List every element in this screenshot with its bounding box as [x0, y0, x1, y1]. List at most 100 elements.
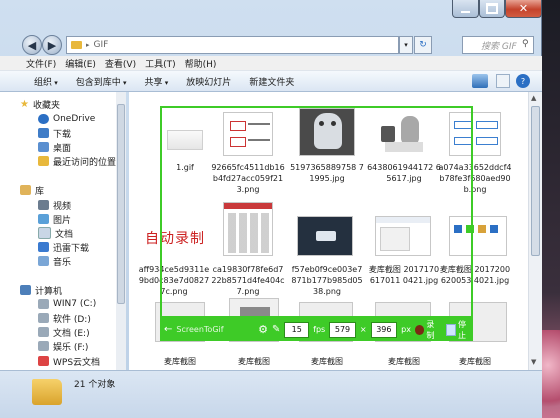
command-bar: 组织 包含到库中 共享 放映幻灯片 新建文件夹 [0, 71, 542, 92]
document-icon [38, 227, 51, 239]
menu-edit[interactable]: 编辑(E) [65, 57, 96, 70]
file-name[interactable]: 麦库截图 [438, 356, 512, 367]
nav-favorites[interactable]: ★ 收藏夹 [20, 97, 60, 111]
nav-wps-label: WPS云文档 [53, 357, 101, 368]
height-input[interactable]: 396 [370, 321, 398, 338]
nav-drive-c-label: WIN7 (C:) [53, 299, 97, 309]
file-name[interactable]: 麦库截图 [290, 356, 364, 367]
close-icon: ✕ [518, 2, 529, 15]
nav-computer[interactable]: 计算机 [20, 283, 62, 297]
nav-computer-label: 计算机 [35, 286, 63, 297]
nav-pictures[interactable]: 图片 [38, 212, 71, 226]
new-folder-button[interactable]: 新建文件夹 [249, 75, 294, 88]
file-name[interactable]: 麦库截图 [217, 356, 291, 367]
address-bar-row: ◀ ▶ ▸ GIF ▾ ↻ 搜索 GIF ⚲ [0, 33, 542, 57]
stop-icon [445, 323, 456, 336]
menu-tools[interactable]: 工具(T) [145, 57, 176, 70]
picture-icon [38, 214, 49, 224]
cloud-doc-icon [38, 356, 49, 366]
nav-desktop[interactable]: 桌面 [38, 140, 71, 154]
nav-scroll-thumb[interactable] [117, 104, 125, 304]
nav-thunder[interactable]: 迅雷下载 [38, 240, 89, 254]
help-button[interactable]: ? [516, 74, 530, 88]
breadcrumb[interactable]: GIF [94, 40, 109, 50]
forward-button[interactable]: ▶ [42, 35, 62, 55]
file-name[interactable]: 麦库截图 [367, 356, 441, 367]
title-bar[interactable]: ✕ [0, 0, 542, 30]
nav-library[interactable]: 库 [20, 183, 44, 197]
library-icon [20, 185, 31, 195]
capture-region-frame[interactable] [160, 106, 473, 318]
brush-icon[interactable]: ✎ [272, 324, 280, 335]
menu-file[interactable]: 文件(F) [26, 57, 56, 70]
record-icon [414, 324, 425, 335]
menu-bar: 文件(F) 编辑(E) 查看(V) 工具(T) 帮助(H) [0, 56, 542, 71]
record-button[interactable]: 录制 [414, 319, 442, 341]
nav-scrollbar[interactable] [116, 92, 126, 370]
capture-toolbar: ← ScreenToGif ⚙ ✎ 15 fps 579 × 396 px 录制… [160, 318, 473, 341]
forward-arrow-icon: ▶ [47, 38, 57, 52]
help-icon: ? [520, 76, 526, 86]
maximize-button[interactable] [479, 0, 505, 18]
stop-button[interactable]: 停止 [445, 319, 473, 341]
include-in-library-button[interactable]: 包含到库中 [76, 75, 127, 88]
minimize-button[interactable] [452, 0, 479, 18]
organize-button[interactable]: 组织 [34, 75, 58, 88]
close-button[interactable]: ✕ [505, 0, 542, 18]
menu-view[interactable]: 查看(V) [105, 57, 136, 70]
nav-recent[interactable]: 最近访问的位置 [38, 154, 116, 168]
width-input[interactable]: 579 [329, 321, 356, 338]
file-name[interactable]: 麦库截图 [143, 356, 217, 367]
fps-input[interactable]: 15 [284, 321, 310, 338]
menu-help[interactable]: 帮助(H) [185, 57, 217, 70]
address-field[interactable]: ▸ GIF [66, 36, 399, 54]
nav-drive-d[interactable]: 软件 (D:) [38, 311, 91, 325]
nav-music-label: 音乐 [53, 257, 72, 268]
nav-documents-label: 文档 [55, 229, 74, 240]
view-options-button[interactable] [472, 74, 488, 88]
star-icon: ★ [20, 98, 29, 110]
nav-recent-label: 最近访问的位置 [53, 157, 117, 168]
settings-gear-icon[interactable]: ⚙ [258, 323, 268, 336]
nav-onedrive[interactable]: OneDrive [38, 112, 95, 126]
nav-videos-label: 视频 [53, 201, 72, 212]
video-icon [38, 200, 49, 210]
status-bar: 21 个对象 [0, 370, 542, 418]
cloud-icon [38, 114, 49, 124]
address-dropdown-button[interactable]: ▾ [399, 36, 413, 54]
computer-icon [20, 285, 31, 295]
back-button[interactable]: ◀ [22, 35, 42, 55]
maximize-icon [486, 3, 498, 14]
content-scroll-thumb[interactable] [531, 106, 540, 256]
drive-icon [38, 327, 49, 337]
nav-favorites-label: 收藏夹 [32, 100, 60, 111]
nav-documents[interactable]: 文档 [38, 226, 73, 240]
drive-icon [38, 313, 49, 323]
nav-wps-cloud[interactable]: WPS云文档 [38, 354, 100, 368]
scroll-up-arrow-icon[interactable]: ▲ [531, 94, 536, 102]
nav-drive-f-label: 娱乐 (F:) [53, 342, 89, 353]
nav-drive-f[interactable]: 娱乐 (F:) [38, 339, 88, 353]
back-arrow-icon[interactable]: ← [164, 324, 172, 335]
refresh-button[interactable]: ↻ [414, 36, 432, 54]
refresh-icon: ↻ [419, 40, 427, 50]
nav-drive-c[interactable]: WIN7 (C:) [38, 297, 96, 311]
nav-thunder-label: 迅雷下载 [53, 243, 90, 254]
stop-label: 停止 [457, 319, 466, 340]
content-scrollbar[interactable]: ▲ ▼ [528, 92, 542, 370]
app-title: ScreenToGif [176, 325, 224, 334]
px-label: px [401, 325, 411, 334]
preview-pane-button[interactable] [496, 74, 510, 88]
nav-drive-d-label: 软件 (D:) [53, 314, 91, 325]
nav-videos[interactable]: 视频 [38, 198, 71, 212]
nav-music[interactable]: 音乐 [38, 254, 71, 268]
slideshow-button[interactable]: 放映幻灯片 [186, 75, 231, 88]
scroll-down-arrow-icon[interactable]: ▼ [531, 358, 536, 366]
drive-icon [38, 299, 49, 309]
nav-downloads[interactable]: 下载 [38, 126, 71, 140]
folder-large-icon [32, 379, 62, 405]
nav-drive-e[interactable]: 文档 (E:) [38, 325, 90, 339]
share-button[interactable]: 共享 [145, 75, 169, 88]
nav-desktop-label: 桌面 [53, 143, 72, 154]
recent-places-icon [38, 156, 49, 166]
